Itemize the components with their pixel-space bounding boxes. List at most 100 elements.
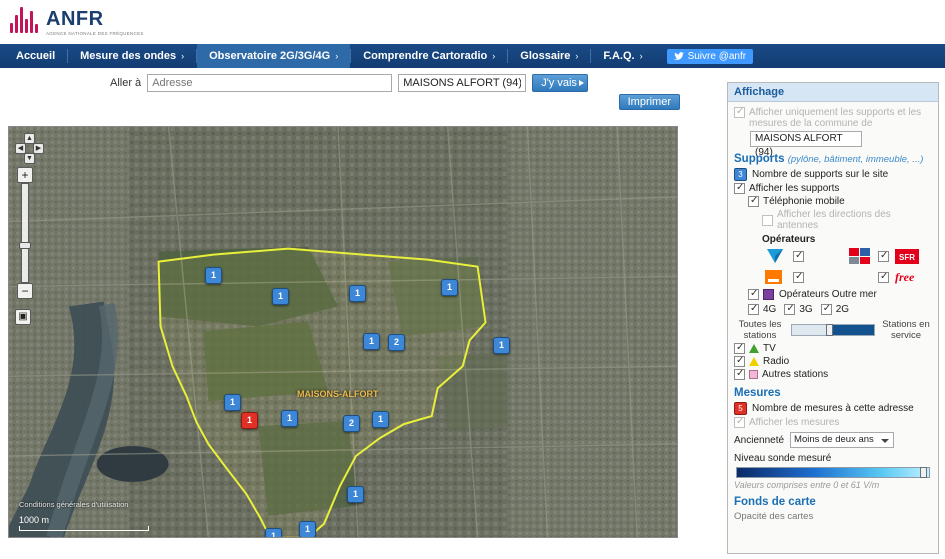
zoom-slider-thumb[interactable]: [19, 242, 31, 249]
operator-sfr[interactable]: SFR: [847, 247, 932, 265]
sfr-logo-icon: [849, 248, 870, 264]
map-viewport[interactable]: MAISONS-ALFORT 1 1 1 1 1 2 1 1 1 1 2 1 1…: [8, 126, 678, 538]
map-marker[interactable]: 1: [349, 285, 366, 302]
supports-title-note: (pylône, bâtiment, immeuble, ...): [787, 154, 924, 165]
zoom-in-button[interactable]: +: [17, 167, 33, 183]
logo-subtitle: AGENCE NATIONALE DES FRÉQUENCES: [46, 31, 144, 37]
go-to-label: Aller à: [110, 77, 142, 89]
triangle-yellow-icon: [749, 357, 759, 366]
scale-label: 1000 m: [19, 515, 50, 525]
slider-thumb[interactable]: [826, 324, 834, 336]
map-attribution[interactable]: Conditions générales d'utilisation: [19, 500, 128, 509]
anfr-logo[interactable]: ANFR AGENCE NATIONALE DES FRÉQUENCES: [10, 7, 144, 37]
nav-item-accueil[interactable]: Accueil: [4, 44, 67, 68]
anciennete-select[interactable]: Moins de deux ans: [790, 432, 895, 448]
pan-down-icon[interactable]: ▼: [24, 153, 35, 164]
generation-2g-checkbox[interactable]: [820, 303, 832, 315]
map-marker[interactable]: 2: [343, 415, 360, 432]
show-mesures-row[interactable]: Afficher les mesures: [734, 416, 932, 428]
outremer-checkbox[interactable]: [748, 288, 759, 300]
sfr-wordmark-icon: SFR: [895, 248, 919, 264]
map-zoom-control[interactable]: + −: [17, 167, 33, 299]
other-stations-checkbox[interactable]: [734, 368, 745, 380]
map-marker[interactable]: 1: [281, 410, 298, 427]
twitter-follow-button[interactable]: Suivre @anfr: [666, 48, 754, 64]
slider-right-label: Stations en service: [882, 319, 930, 341]
chevron-right-icon: ›: [181, 51, 185, 61]
nav-item-comprendre-cartoradio[interactable]: Comprendre Cartoradio ›: [351, 44, 507, 68]
operator-sfr-checkbox[interactable]: [878, 250, 889, 262]
map-marker[interactable]: 1: [347, 486, 364, 503]
other-stations-row[interactable]: Autres stations: [734, 368, 932, 380]
operator-bouygues-checkbox[interactable]: [793, 250, 804, 262]
mobile-telephony-row[interactable]: Téléphonie mobile: [748, 195, 932, 207]
generation-4g-checkbox[interactable]: [748, 303, 759, 315]
niveau-label-row: Niveau sonde mesuré: [734, 453, 932, 464]
print-button[interactable]: Imprimer: [618, 94, 680, 110]
operator-orange-checkbox[interactable]: [793, 271, 804, 283]
outremer-row[interactable]: Opérateurs Outre mer: [748, 288, 932, 300]
address-input[interactable]: [147, 74, 393, 92]
map-marker[interactable]: 1: [372, 411, 389, 428]
map-pan-control[interactable]: ▲ ◀ ▶ ▼: [15, 133, 44, 164]
map-marker[interactable]: 1: [363, 333, 380, 350]
antenna-directions-label: Afficher les directions des antennes: [777, 209, 891, 231]
commune-input[interactable]: [398, 74, 527, 92]
map-marker[interactable]: 1: [272, 288, 289, 305]
map-marker[interactable]: 1: [205, 267, 222, 284]
radio-checkbox[interactable]: [734, 355, 745, 367]
nav-item-mesure-des-ondes[interactable]: Mesure des ondes ›: [68, 44, 196, 68]
show-mesures-checkbox[interactable]: [734, 416, 745, 428]
layer-switcher-icon[interactable]: ▣: [15, 309, 31, 325]
generation-3g-checkbox[interactable]: [784, 303, 796, 315]
map-marker[interactable]: 1: [265, 528, 282, 537]
slider-track[interactable]: [791, 324, 875, 336]
operator-free[interactable]: free: [847, 270, 932, 284]
antenna-directions-row[interactable]: Afficher les directions des antennes: [762, 209, 932, 231]
nav-label: Mesure des ondes: [80, 50, 177, 62]
nav-item-glossaire[interactable]: Glossaire ›: [508, 44, 590, 68]
radio-label: Radio: [763, 356, 790, 367]
nav-item-faq[interactable]: F.A.Q. ›: [591, 44, 654, 68]
go-button[interactable]: J'y vais: [532, 74, 588, 92]
map-marker[interactable]: 1: [224, 394, 241, 411]
square-pink-icon: [749, 370, 758, 379]
fonds-subtitle: Opacité des cartes: [734, 511, 814, 522]
logo-title: ANFR: [46, 8, 104, 31]
tv-checkbox[interactable]: [734, 342, 745, 354]
show-supports-checkbox[interactable]: [734, 182, 745, 194]
radio-row[interactable]: Radio: [734, 355, 932, 367]
map-marker[interactable]: 1: [493, 337, 510, 354]
zoom-slider-track[interactable]: [19, 183, 31, 283]
tv-row[interactable]: TV: [734, 342, 932, 354]
anciennete-row[interactable]: Ancienneté Moins de deux ans: [734, 432, 932, 448]
map-marker[interactable]: 2: [388, 334, 405, 351]
map-marker[interactable]: 1: [299, 521, 316, 537]
generation-2g-label: 2G: [835, 304, 850, 315]
show-supports-row[interactable]: Afficher les supports: [734, 182, 932, 194]
operator-bouygues[interactable]: [762, 247, 847, 265]
nav-label: Glossaire: [520, 50, 571, 62]
generations-row: 4G 3G 2G: [748, 303, 932, 315]
only-commune-row[interactable]: Afficher uniquement les supports et les …: [734, 106, 932, 129]
tv-label: TV: [763, 343, 776, 354]
station-status-slider[interactable]: Toutes les stations Stations en service: [734, 319, 932, 341]
niveau-sonde-slider[interactable]: [736, 467, 930, 478]
nav-label: F.A.Q.: [603, 50, 635, 62]
panel-commune-value[interactable]: MAISONS ALFORT (94): [750, 131, 862, 158]
only-commune-checkbox[interactable]: [734, 106, 745, 118]
map-marker[interactable]: 1: [441, 279, 458, 296]
antenna-directions-checkbox[interactable]: [762, 214, 773, 226]
map-marker-measure[interactable]: 1: [241, 412, 258, 429]
mesures-count-row: 5 Nombre de mesures à cette adresse: [734, 402, 932, 415]
operator-free-checkbox[interactable]: [878, 271, 889, 283]
map-scale-bar: 1000 m: [19, 515, 149, 531]
niveau-sonde-thumb[interactable]: [920, 467, 927, 478]
print-button-label: Imprimer: [627, 96, 671, 108]
mobile-telephony-checkbox[interactable]: [748, 195, 759, 207]
zoom-out-button[interactable]: −: [17, 283, 33, 299]
supports-count-label: Nombre de supports sur le site: [752, 169, 889, 180]
operator-orange[interactable]: [762, 268, 847, 286]
pan-right-icon[interactable]: ▶: [33, 143, 44, 154]
nav-item-observatoire[interactable]: Observatoire 2G/3G/4G ›: [197, 44, 351, 68]
